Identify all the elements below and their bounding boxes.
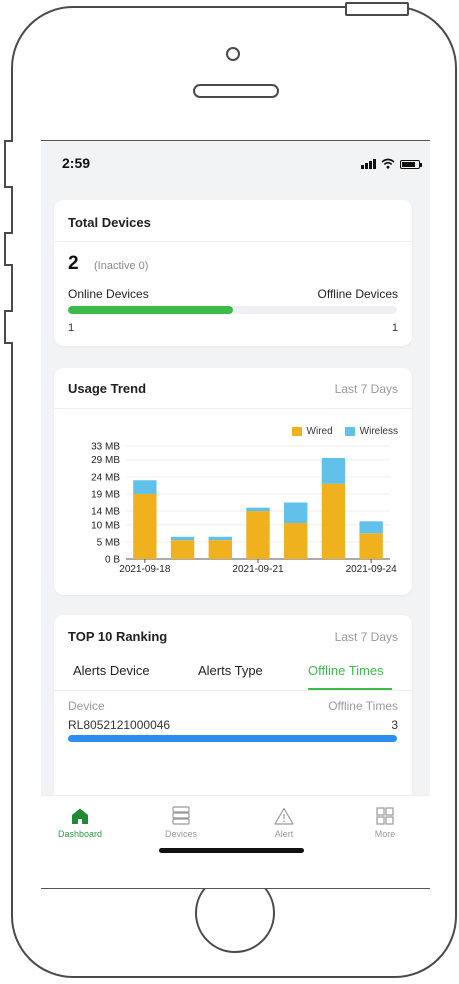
bar-wireless bbox=[284, 502, 308, 524]
mute-switch bbox=[4, 140, 13, 188]
y-tick-label: 33 MB bbox=[91, 442, 120, 453]
bar-wired bbox=[359, 533, 383, 559]
tab-alerts-device[interactable]: Alerts Device bbox=[73, 663, 150, 678]
tab-label: More bbox=[374, 829, 396, 839]
ranking-device-value: 3 bbox=[391, 718, 398, 732]
card-title: Total Devices bbox=[68, 215, 151, 230]
online-progress-track bbox=[68, 306, 397, 314]
y-tick-label: 0 B bbox=[105, 555, 120, 566]
bar-wireless bbox=[246, 507, 270, 512]
bar-wired bbox=[133, 493, 157, 559]
y-tick-label: 19 MB bbox=[91, 489, 120, 500]
online-progress-fill bbox=[68, 306, 233, 314]
x-tick-label: 2021-09-24 bbox=[346, 564, 398, 575]
card-title: TOP 10 Ranking bbox=[68, 629, 168, 644]
total-devices-card[interactable]: Total Devices 2 (Inactive 0) Online Devi… bbox=[54, 200, 412, 346]
online-count: 1 bbox=[68, 322, 75, 334]
home-indicator bbox=[159, 848, 304, 853]
y-tick-label: 24 MB bbox=[91, 472, 120, 483]
tab-dashboard[interactable]: Dashboard bbox=[45, 805, 115, 839]
y-tick-label: 29 MB bbox=[91, 455, 120, 466]
offline-devices-label: Offline Devices bbox=[317, 287, 398, 301]
column-header-offline-times: Offline Times bbox=[328, 699, 398, 713]
y-tick-label: 10 MB bbox=[91, 520, 120, 531]
tab-alerts-type[interactable]: Alerts Type bbox=[198, 663, 263, 678]
ranking-device-name[interactable]: RL8052121000046 bbox=[68, 718, 170, 732]
x-tick-label: 2021-09-18 bbox=[119, 564, 171, 575]
status-bar: 2:59 bbox=[41, 141, 430, 185]
battery-icon bbox=[400, 160, 422, 169]
tab-label: Dashboard bbox=[57, 829, 103, 839]
earpiece-speaker bbox=[193, 84, 279, 98]
volume-up-button bbox=[4, 232, 13, 266]
total-device-count: 2 bbox=[68, 253, 79, 274]
online-devices-label: Online Devices bbox=[68, 287, 149, 301]
home-icon bbox=[72, 808, 88, 824]
bar-wired bbox=[170, 540, 195, 559]
volume-down-button bbox=[4, 310, 13, 344]
app-screen: 2:59 Total Devices 2 (Inactive 0) Online… bbox=[41, 140, 430, 889]
tab-label: Alert bbox=[274, 829, 294, 839]
tab-label: Devices bbox=[164, 829, 197, 839]
tab-alert[interactable]: Alert bbox=[249, 805, 319, 839]
status-icons bbox=[361, 157, 422, 169]
offline-count: 1 bbox=[391, 322, 398, 334]
inactive-count: (Inactive 0) bbox=[94, 260, 149, 272]
bottom-tab-bar: Dashboard Devices Alert More bbox=[41, 795, 430, 888]
server-icon bbox=[172, 806, 190, 825]
divider bbox=[54, 690, 412, 691]
y-tick-label: 14 MB bbox=[91, 507, 120, 518]
x-tick-label: 2021-09-21 bbox=[232, 564, 284, 575]
tab-offline-times[interactable]: Offline Times bbox=[308, 663, 384, 678]
bar-wired bbox=[246, 511, 270, 559]
bar-wireless bbox=[208, 536, 232, 541]
wifi-icon bbox=[381, 158, 395, 169]
column-header-device: Device bbox=[68, 699, 105, 713]
warning-icon bbox=[274, 807, 294, 825]
grid-icon bbox=[376, 807, 394, 825]
bar-wireless bbox=[170, 536, 195, 541]
bar-wireless bbox=[359, 521, 383, 534]
bar-wired bbox=[284, 523, 308, 559]
bar-wireless bbox=[133, 480, 157, 494]
tab-more[interactable]: More bbox=[350, 805, 420, 839]
power-button bbox=[345, 2, 409, 16]
y-tick-label: 5 MB bbox=[97, 537, 121, 548]
usage-chart: 0 B 5 MB 10 MB 14 MB 19 MB 24 MB 29 MB 33 MB 202… bbox=[91, 442, 398, 576]
bar-wired bbox=[208, 540, 232, 559]
bar-wired bbox=[321, 483, 346, 559]
ranking-bar bbox=[68, 735, 397, 742]
tab-devices[interactable]: Devices bbox=[146, 805, 216, 839]
divider bbox=[54, 241, 412, 242]
front-camera bbox=[226, 47, 240, 61]
bar-wireless bbox=[321, 457, 346, 484]
signal-icon bbox=[361, 159, 376, 169]
period-label: Last 7 Days bbox=[334, 630, 398, 644]
status-time: 2:59 bbox=[62, 155, 91, 171]
usage-trend-card[interactable]: Usage Trend Last 7 Days Wired Wireless 0… bbox=[54, 368, 412, 595]
ranking-card: TOP 10 Ranking Last 7 Days Alerts Device… bbox=[54, 615, 412, 815]
